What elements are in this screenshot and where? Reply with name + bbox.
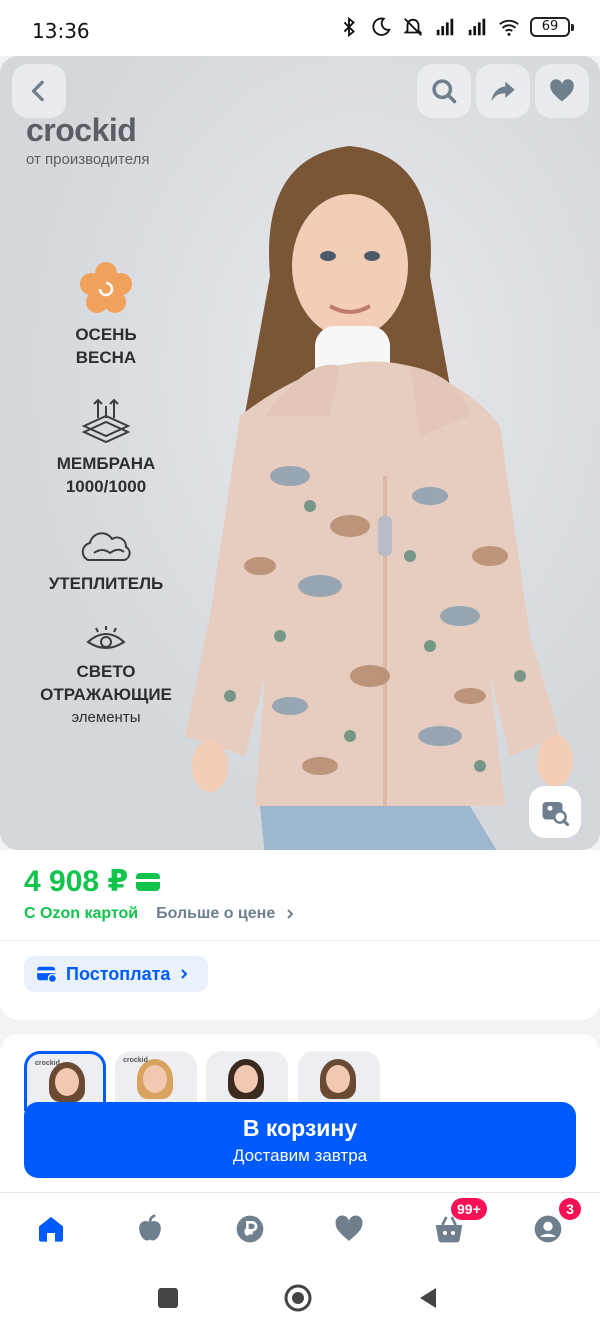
nav-favorites[interactable] bbox=[329, 1209, 369, 1249]
search-icon bbox=[432, 79, 457, 104]
product-image-gallery[interactable]: crockid от производителя ОСЕНЬ ВЕСНА МЕМ… bbox=[0, 56, 600, 850]
share-button[interactable] bbox=[476, 64, 530, 118]
bluetooth-icon bbox=[343, 16, 355, 38]
back-button[interactable] bbox=[12, 64, 66, 118]
add-to-cart-button[interactable]: В корзину Доставим завтра bbox=[24, 1102, 576, 1178]
triangle-back-icon bbox=[420, 1288, 436, 1308]
ozon-card-line: С Ozon картой Больше о цене bbox=[24, 905, 296, 923]
feature-reflective: СВЕТО ОТРАЖАЮЩИЕ элементы bbox=[20, 624, 192, 729]
ruble-icon bbox=[236, 1215, 264, 1243]
thumb-brand-caption: crockid bbox=[35, 1060, 60, 1067]
feature-season-line2: ВЕСНА bbox=[75, 348, 137, 367]
circle-icon bbox=[284, 1284, 312, 1312]
nav-finance[interactable] bbox=[230, 1209, 270, 1249]
chevron-left-icon bbox=[31, 80, 44, 102]
favorite-button[interactable] bbox=[535, 64, 589, 118]
android-navigation-bar bbox=[0, 1262, 600, 1333]
product-photo-girl-jacket bbox=[185, 146, 573, 850]
search-button[interactable] bbox=[417, 64, 471, 118]
feature-reflective-line3: элементы bbox=[71, 709, 141, 726]
image-search-icon bbox=[542, 802, 570, 827]
feature-reflective-line1: СВЕТО bbox=[76, 662, 136, 681]
back-system-button[interactable] bbox=[414, 1284, 442, 1312]
nav-fresh[interactable] bbox=[130, 1209, 170, 1249]
postpay-button[interactable]: Постоплата bbox=[24, 956, 209, 992]
cart-count-badge: 99+ bbox=[451, 1198, 487, 1220]
thumb-photo-face bbox=[55, 1068, 79, 1096]
brand-tagline: от производителя bbox=[26, 151, 150, 168]
ozon-card-icon bbox=[136, 872, 161, 891]
thumb-photo-face bbox=[143, 1065, 167, 1093]
bottom-navigation bbox=[0, 1192, 600, 1262]
status-bar: 13:36 69 bbox=[0, 0, 600, 56]
apple-icon bbox=[139, 1214, 161, 1241]
delivery-label: Доставим завтра bbox=[232, 1146, 368, 1165]
cloud-icon bbox=[81, 532, 131, 561]
price-value: 4 908 ₽ bbox=[24, 865, 129, 898]
flower-icon bbox=[80, 262, 132, 313]
moon-icon bbox=[372, 17, 391, 36]
price-with-ozon-card[interactable]: 4 908 ₽ bbox=[24, 864, 161, 899]
share-arrow-icon bbox=[491, 81, 515, 102]
feature-insulation-line1: УТЕПЛИТЕЛЬ bbox=[48, 574, 164, 593]
thumb-photo-face bbox=[234, 1065, 258, 1093]
feature-membrane-line1: МЕМБРАНА bbox=[56, 454, 156, 473]
ozon-card-label: С Ozon картой bbox=[24, 905, 139, 922]
home-icon bbox=[39, 1217, 63, 1242]
heart-icon bbox=[335, 1215, 363, 1241]
brand-logo: crockid от производителя bbox=[26, 112, 149, 168]
divider bbox=[0, 940, 600, 941]
feature-membrane: МЕМБРАНА 1000/1000 bbox=[20, 396, 192, 498]
feature-insulation: УТЕПЛИТЕЛЬ bbox=[20, 526, 192, 595]
status-time: 13:36 bbox=[32, 19, 90, 43]
more-about-price-link[interactable]: Больше о цене bbox=[156, 905, 296, 923]
chevron-right-icon bbox=[181, 969, 188, 979]
mute-icon bbox=[403, 18, 423, 36]
profile-icon bbox=[534, 1215, 562, 1243]
feature-season-line1: ОСЕНЬ bbox=[75, 325, 137, 344]
thumb-brand-caption: crockid bbox=[123, 1057, 148, 1064]
battery-indicator: 69 bbox=[530, 17, 574, 37]
feature-season: ОСЕНЬ ВЕСНА bbox=[20, 261, 192, 369]
wifi-icon bbox=[499, 19, 519, 36]
signal-icon bbox=[436, 18, 454, 36]
visual-search-button[interactable] bbox=[529, 786, 581, 838]
feature-reflective-line2: ОТРАЖАЮЩИЕ bbox=[40, 685, 172, 704]
price-section: 4 908 ₽ С Ozon картой Больше о цене Пост… bbox=[0, 850, 600, 1020]
thumb-photo-face bbox=[326, 1065, 350, 1093]
add-to-cart-label: В корзину bbox=[242, 1115, 358, 1141]
home-system-button[interactable] bbox=[284, 1284, 312, 1312]
membrane-icon bbox=[81, 398, 131, 444]
eye-icon bbox=[86, 626, 126, 649]
nav-home[interactable] bbox=[31, 1209, 71, 1249]
chevron-right-icon bbox=[286, 909, 294, 919]
more-about-price-label: Больше о цене bbox=[156, 905, 276, 922]
recents-button[interactable] bbox=[154, 1284, 182, 1312]
feature-membrane-line2: 1000/1000 bbox=[65, 477, 147, 496]
profile-notification-badge: 3 bbox=[559, 1198, 581, 1220]
postpay-card-icon bbox=[37, 966, 58, 983]
status-icons: 69 bbox=[338, 16, 574, 38]
postpay-label: Постоплата bbox=[66, 963, 171, 984]
signal-icon-2 bbox=[468, 18, 486, 36]
heart-icon bbox=[550, 79, 574, 102]
square-icon bbox=[158, 1288, 178, 1308]
